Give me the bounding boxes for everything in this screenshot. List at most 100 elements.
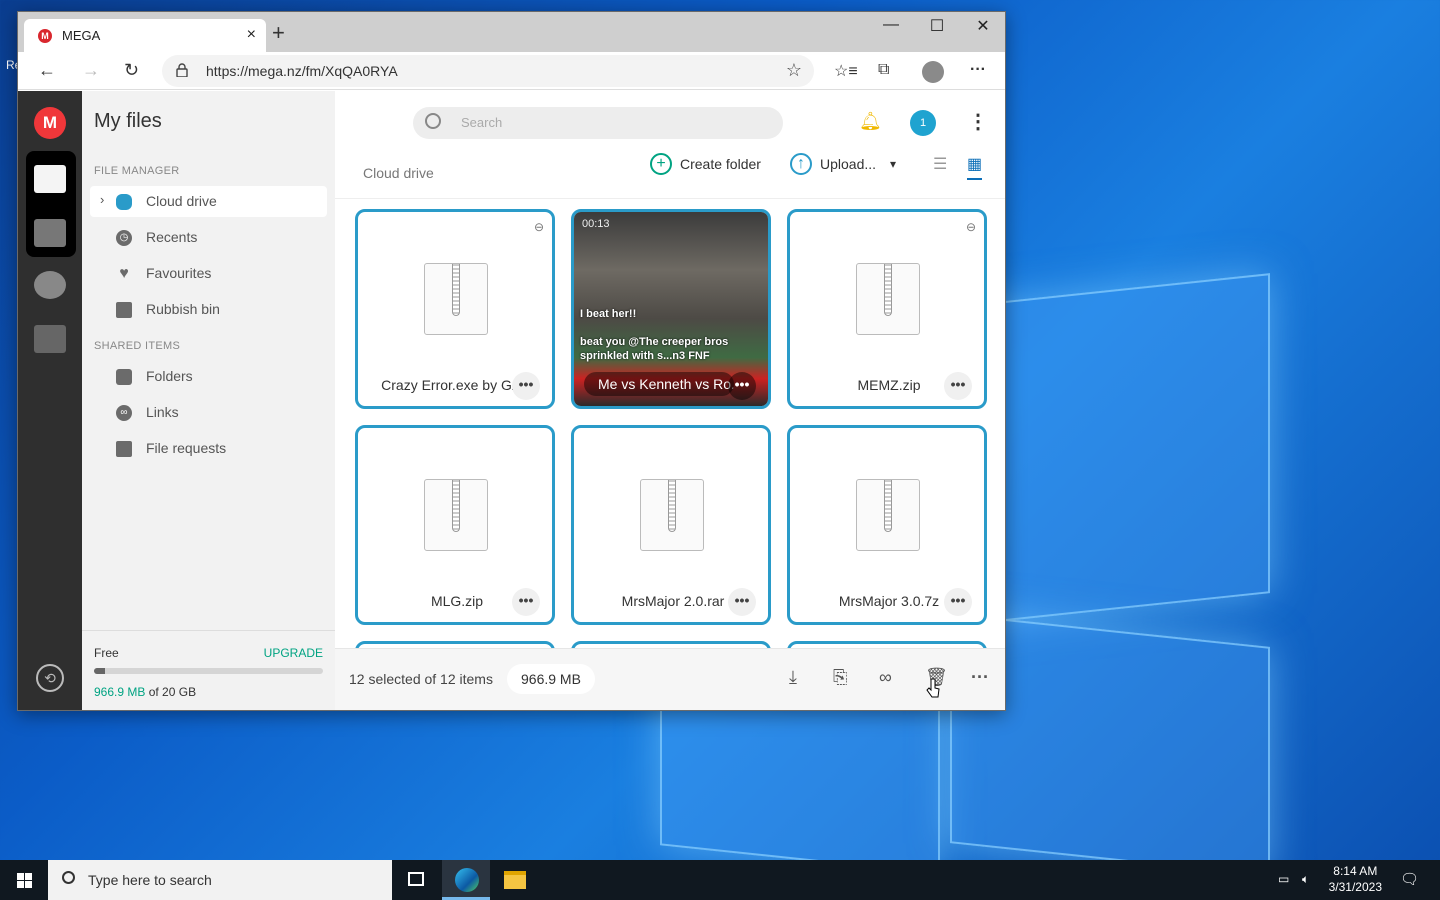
file-card[interactable]: MrsMajor 3.0.7z ••• [787, 425, 987, 625]
storage-bar-fill [94, 668, 105, 674]
file-explorer-taskbar-button[interactable] [490, 860, 538, 900]
file-card[interactable]: MLG.zip ••• [355, 425, 555, 625]
edge-icon [455, 868, 479, 892]
sidebar-item-file-requests[interactable]: File requests [90, 433, 327, 464]
sidebar-item-label: Rubbish bin [146, 301, 220, 317]
sync-icon[interactable]: ⟲ [36, 664, 64, 692]
notification-center-icon[interactable]: 🗨︎ [1400, 870, 1419, 900]
sidebar-item-favourites[interactable]: ♥ Favourites [90, 258, 327, 289]
start-logo-piece [25, 873, 32, 880]
upload-label: Upload... [820, 156, 877, 172]
file-card[interactable]: 00:13 I beat her!! beat you @The creeper… [571, 209, 771, 409]
storage-bar [94, 668, 323, 674]
avatar[interactable]: 1 [910, 110, 936, 136]
search-icon [425, 113, 441, 129]
settings-more-icon[interactable]: ··· [970, 61, 986, 79]
favorite-star-icon[interactable]: ☆ [786, 60, 802, 81]
start-logo-piece [17, 873, 24, 880]
start-button[interactable] [0, 860, 48, 900]
share-icon[interactable]: ⎘ [833, 667, 847, 688]
sidebar-item-folders[interactable]: Folders [90, 361, 327, 392]
file-card[interactable]: ⊖ MEMZ.zip ••• [787, 209, 987, 409]
lock-icon [176, 63, 188, 77]
sidebar-item-recents[interactable]: ◷ Recents [90, 222, 327, 253]
get-link-icon[interactable]: ∞ [879, 667, 892, 688]
minimize-button[interactable]: — [868, 16, 914, 34]
network-icon[interactable]: ▭ [1278, 872, 1289, 900]
devices-rail-icon[interactable] [34, 325, 66, 353]
new-tab-button[interactable]: + [272, 20, 285, 46]
volume-muted-icon[interactable]: 🔈︎ [1302, 872, 1309, 900]
more-options-icon[interactable]: ••• [512, 588, 540, 616]
taskbar-search-input[interactable]: Type here to search [48, 860, 392, 900]
edge-taskbar-button[interactable] [442, 860, 490, 900]
sidebar-item-cloud-drive[interactable]: › Cloud drive [90, 186, 327, 217]
list-view-icon[interactable]: ☰ [933, 154, 947, 174]
mega-logo-icon[interactable]: M [34, 107, 66, 139]
shared-items-heading: SHARED ITEMS [94, 340, 181, 352]
browser-tab[interactable]: M MEGA × [24, 19, 266, 52]
search-input[interactable]: Search [413, 107, 783, 139]
sidebar-item-rubbish-bin[interactable]: Rubbish bin [90, 294, 327, 325]
more-options-icon[interactable]: ••• [728, 588, 756, 616]
chevron-down-icon[interactable]: ▾ [890, 157, 896, 171]
link-icon: ∞ [116, 405, 132, 421]
tab-close-icon[interactable]: × [247, 26, 256, 44]
sidebar-item-links[interactable]: ∞ Links [90, 397, 327, 428]
more-menu-icon[interactable]: ⋮ [968, 109, 988, 134]
back-button[interactable]: ← [38, 60, 56, 81]
photos-rail-icon[interactable] [34, 219, 66, 247]
chat-rail-icon[interactable] [34, 271, 66, 299]
sidebar-item-label: Links [146, 404, 179, 420]
forward-button[interactable]: → [82, 60, 100, 81]
create-folder-button[interactable]: + Create folder [650, 153, 761, 179]
upload-icon: ↑ [790, 153, 812, 175]
collections-icon[interactable]: ⧉ [878, 61, 889, 79]
zip-file-icon [856, 263, 920, 335]
selection-size-badge: 966.9 MB [507, 664, 595, 694]
create-folder-label: Create folder [680, 156, 761, 172]
refresh-button[interactable]: ↻ [124, 60, 139, 81]
mouse-cursor-icon [926, 678, 940, 698]
storage-panel: Free UPGRADE 966.9 MB of 20 GB [82, 630, 335, 710]
start-logo-piece [25, 881, 32, 888]
more-options-icon[interactable]: ••• [944, 588, 972, 616]
file-manager-heading: FILE MANAGER [94, 165, 180, 177]
maximize-button[interactable]: ☐ [914, 16, 960, 36]
grid-view-icon[interactable]: ▦ [967, 154, 983, 180]
task-view-button[interactable] [392, 860, 440, 900]
breadcrumb[interactable]: Cloud drive [363, 165, 434, 181]
task-view-icon [408, 872, 424, 886]
bell-icon[interactable]: 🔔︎ [859, 111, 882, 131]
close-window-button[interactable]: ✕ [960, 16, 1005, 36]
chevron-right-icon[interactable]: › [100, 192, 104, 207]
selection-count: 12 selected of 12 items [349, 671, 493, 687]
upload-button[interactable]: ↑ Upload... ▾ [790, 153, 896, 179]
tab-bar: M MEGA × + — ☐ ✕ [18, 12, 1005, 52]
file-grid: ⊖ Crazy Error.exe by GA... ••• 00:13 I b… [355, 209, 995, 649]
plan-label: Free [94, 646, 119, 660]
file-card[interactable]: MrsMajor 2.0.rar ••• [571, 425, 771, 625]
favorites-icon[interactable]: ☆≡ [834, 61, 858, 81]
more-options-icon[interactable]: ••• [944, 372, 972, 400]
sidebar-item-label: Favourites [146, 265, 212, 281]
browser-window: M MEGA × + — ☐ ✕ ← → ↻ https://mega.nz/f… [17, 11, 1006, 711]
file-request-icon [116, 441, 132, 457]
more-actions-icon[interactable]: ··· [971, 667, 989, 688]
cloud-icon [116, 194, 132, 210]
sidebar-item-label: Folders [146, 368, 193, 384]
url-field[interactable]: https://mega.nz/fm/XqQA0RYA ☆ [162, 55, 814, 87]
upgrade-link[interactable]: UPGRADE [264, 646, 323, 660]
zip-file-icon [424, 479, 488, 551]
cloud-drive-rail-icon[interactable] [34, 165, 66, 193]
download-icon[interactable]: ⤓ [789, 667, 797, 688]
sidebar-item-label: Recents [146, 229, 198, 245]
file-card[interactable]: ⊖ Crazy Error.exe by GA... ••• [355, 209, 555, 409]
clock[interactable]: 8:14 AM 3/31/2023 [1329, 863, 1382, 895]
profile-avatar[interactable] [922, 61, 944, 83]
more-options-icon[interactable]: ••• [728, 372, 756, 400]
toolbar-divider [335, 198, 1005, 199]
video-duration: 00:13 [582, 218, 610, 230]
tab-title: MEGA [62, 28, 101, 43]
more-options-icon[interactable]: ••• [512, 372, 540, 400]
